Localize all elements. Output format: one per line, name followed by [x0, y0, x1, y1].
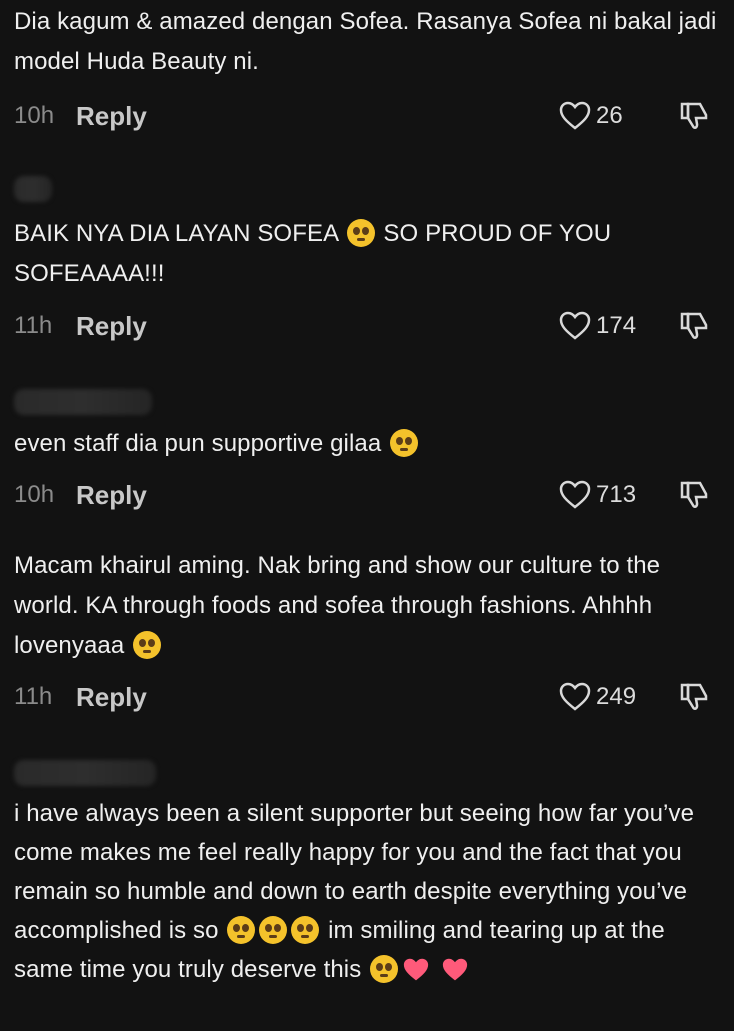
comment-text: BAIK NYA DIA LAYAN SOFEA SO PROUD OF YOU…	[14, 214, 718, 294]
comment-text: i have always been a silent supporter bu…	[14, 794, 718, 989]
comment-text: Macam khairul aming. Nak bring and show …	[14, 546, 718, 666]
comment-text-part: BAIK NYA DIA LAYAN SOFEA	[14, 220, 338, 247]
username-blurred	[14, 389, 152, 415]
thumbs-down-icon[interactable]	[678, 100, 710, 132]
pleading-face-emoji	[227, 916, 256, 944]
thumbs-down-icon[interactable]	[678, 681, 710, 713]
heart-outline-icon	[559, 101, 591, 130]
comment-text: even staff dia pun supportive gilaa	[14, 424, 718, 464]
heart-outline-icon	[559, 682, 591, 711]
reply-button[interactable]: Reply	[76, 101, 147, 132]
comment-time: 11h	[14, 683, 53, 710]
pleading-face-emoji	[259, 916, 288, 944]
like-button[interactable]: 713	[559, 480, 640, 510]
like-button[interactable]: 249	[559, 682, 640, 712]
red-heart-emoji	[441, 955, 469, 983]
thumbs-down-icon[interactable]	[678, 479, 710, 511]
like-button[interactable]: 26	[559, 101, 640, 131]
like-count: 713	[596, 481, 637, 508]
pleading-face-emoji	[346, 219, 375, 247]
comment-meta-row: 11h Reply 174	[14, 306, 710, 346]
comment-text-part: even staff dia pun supportive gilaa	[14, 430, 382, 457]
heart-outline-icon	[559, 311, 591, 340]
comment-time: 10h	[14, 102, 55, 129]
like-count: 249	[596, 683, 637, 710]
like-count: 26	[596, 102, 623, 129]
comments-screen: Dia kagum & amazed dengan Sofea. Rasanya…	[0, 0, 734, 1031]
username-blurred	[14, 176, 52, 202]
thumbs-down-icon[interactable]	[678, 310, 710, 342]
pleading-face-emoji	[291, 916, 320, 944]
comment-text-part: Macam khairul aming. Nak bring and show …	[14, 552, 661, 659]
heart-outline-icon	[559, 480, 591, 509]
comment-meta-row: 10h Reply 26	[14, 96, 710, 136]
comment-time: 10h	[14, 481, 55, 508]
comment-meta-row: 10h Reply 713	[14, 475, 710, 515]
reply-button[interactable]: Reply	[76, 682, 147, 713]
crying-face-emoji	[390, 429, 419, 457]
crying-face-emoji	[370, 955, 399, 983]
red-heart-emoji	[402, 955, 430, 983]
reply-button[interactable]: Reply	[76, 311, 147, 342]
comment-meta-row: 11h Reply 249	[14, 677, 710, 717]
like-button[interactable]: 174	[559, 311, 640, 341]
like-count: 174	[596, 312, 637, 339]
heart-eyes-emoji	[133, 631, 162, 659]
username-blurred	[14, 760, 156, 786]
comment-text: Dia kagum & amazed dengan Sofea. Rasanya…	[14, 8, 717, 75]
comment-time: 11h	[14, 312, 53, 339]
reply-button[interactable]: Reply	[76, 480, 147, 511]
